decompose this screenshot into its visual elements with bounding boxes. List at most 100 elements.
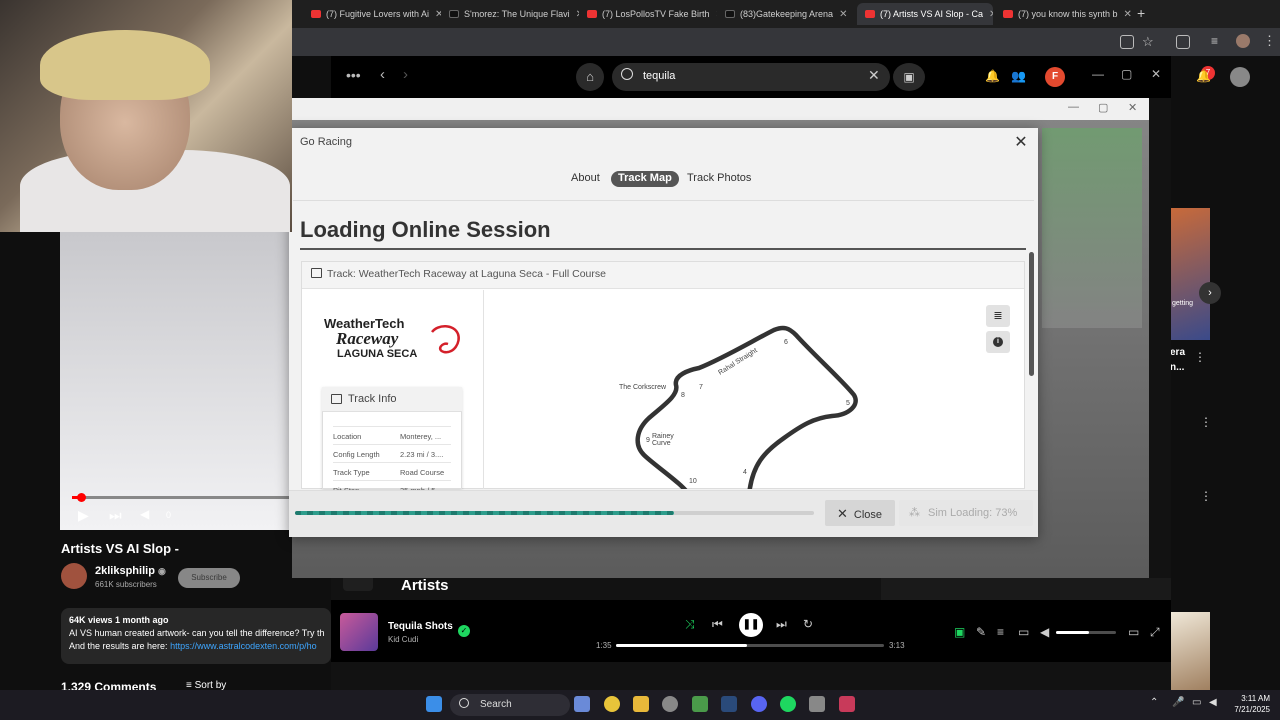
fullscreen-icon[interactable]: ⤢ (1150, 625, 1160, 640)
map-info-button[interactable]: i (986, 331, 1010, 353)
browser-menu-icon[interactable]: ⋮ (1263, 33, 1276, 49)
more-options-icon[interactable]: ⋮ (1200, 489, 1212, 503)
track-map[interactable]: Rahal Straight The Corkscrew Rainey Curv… (484, 290, 1024, 489)
network-icon[interactable]: ▭ (1192, 697, 1201, 708)
extensions-icon[interactable] (1176, 35, 1190, 49)
subscribe-button[interactable]: Subscribe (178, 568, 240, 588)
track-artist[interactable]: Kid Cudi (388, 635, 418, 644)
now-playing-view-icon[interactable]: ▣ (954, 625, 965, 639)
video-progress-bar[interactable] (72, 496, 292, 499)
close-tab-icon[interactable]: ✕ (570, 9, 579, 20)
bell-icon[interactable]: 🔔 (1196, 69, 1211, 83)
browser-tab-active[interactable]: (7) Artists VS AI Slop - Ca✕ (857, 3, 993, 25)
more-options-icon[interactable]: ⋮ (1194, 350, 1206, 364)
taskbar-clock[interactable]: 3:11 AM 7/21/2025 (1228, 693, 1270, 715)
recommended-thumbnail[interactable] (1170, 612, 1210, 690)
tab-track-map[interactable]: Track Map (611, 171, 679, 187)
search-input[interactable]: tequila (612, 63, 890, 91)
liked-check-icon[interactable]: ✓ (458, 625, 470, 637)
maximize-icon[interactable]: ▢ (1121, 67, 1132, 81)
microphone-icon[interactable]: 🎤 (1172, 697, 1184, 708)
browse-button[interactable]: ▣ (893, 63, 925, 91)
close-tab-icon[interactable]: ✕ (429, 9, 441, 20)
connect-device-icon[interactable]: ▭ (1018, 625, 1029, 639)
next-icon[interactable]: ⏭ (109, 507, 122, 524)
profile-avatar[interactable] (1236, 34, 1250, 48)
channel-avatar[interactable] (61, 563, 87, 589)
dialog-close-button[interactable]: ✕ (1012, 134, 1030, 152)
description-link[interactable]: https://www.astralcodexten.com/p/ho (170, 641, 317, 651)
discord-icon[interactable] (751, 696, 767, 712)
browser-tab[interactable]: (83)Gatekeeping Arena ✕ (717, 3, 855, 25)
play-icon[interactable]: ▶ (78, 507, 89, 524)
turn-number: 8 (681, 392, 685, 399)
playback-progress-bar[interactable] (616, 644, 884, 647)
next-icon[interactable]: ⏭ (776, 617, 787, 632)
shuffle-icon[interactable]: ⤨ (685, 617, 695, 632)
volume-icon[interactable]: ◀ (140, 507, 149, 521)
app-icon[interactable] (692, 696, 708, 712)
queue-icon[interactable]: ≡ (997, 625, 1004, 639)
close-tab-icon[interactable]: ✕ (833, 9, 847, 20)
bookmark-star-icon[interactable]: ☆ (1142, 34, 1154, 50)
repeat-icon[interactable]: ↻ (803, 617, 813, 631)
miniplayer-icon[interactable]: ▭ (1128, 625, 1139, 639)
cast-icon[interactable] (1120, 35, 1134, 49)
close-window-icon[interactable]: ✕ (1128, 101, 1137, 114)
menu-dots-icon[interactable]: ••• (346, 67, 361, 83)
youtube-video-player[interactable] (60, 232, 292, 530)
tray-chevron-icon[interactable]: ⌃ (1150, 697, 1158, 708)
more-options-icon[interactable]: ⋮ (1200, 415, 1212, 429)
lyrics-icon[interactable]: ✎ (976, 625, 986, 639)
friends-activity-icon[interactable]: 👥 (1011, 69, 1026, 83)
carousel-next-button[interactable]: › (1199, 282, 1221, 304)
close-window-icon[interactable]: ✕ (1151, 67, 1161, 81)
close-tab-icon[interactable]: ✕ (1118, 9, 1131, 20)
scrollbar[interactable] (1029, 252, 1034, 376)
video-scrubber-handle[interactable] (77, 493, 86, 502)
media-icon[interactable]: ≡ (1211, 34, 1218, 48)
close-tab-icon[interactable]: ✕ (710, 9, 717, 20)
file-explorer-icon[interactable] (633, 696, 649, 712)
youtube-avatar[interactable] (1230, 67, 1250, 87)
app-icon[interactable] (662, 696, 678, 712)
home-button[interactable]: ⌂ (576, 63, 604, 91)
minimize-icon[interactable]: — (1068, 101, 1079, 113)
app-icon[interactable] (839, 696, 855, 712)
maximize-icon[interactable]: ▢ (1098, 101, 1108, 114)
widgets-icon[interactable] (574, 696, 590, 712)
new-tab-button[interactable]: + (1137, 5, 1145, 21)
volume-icon[interactable]: ◀ (1209, 697, 1217, 708)
map-legend-button[interactable]: ≣ (986, 305, 1010, 327)
track-info-title: Track Info (348, 393, 397, 405)
browser-tab[interactable]: (7) LosPollosTV Fake Birth✕ (579, 3, 717, 25)
back-arrow-icon[interactable]: ‹ (380, 66, 385, 83)
previous-icon[interactable]: ⏮ (712, 617, 723, 632)
browser-tab[interactable]: (7) Fugitive Lovers with Ai ✕ (303, 3, 441, 25)
chrome-icon[interactable] (604, 696, 620, 712)
album-art[interactable] (340, 613, 378, 651)
elapsed-time: 1:35 (596, 641, 612, 650)
close-tab-icon[interactable]: ✕ (983, 9, 993, 20)
track-title[interactable]: Tequila Shots (388, 621, 453, 632)
close-button[interactable]: ✕ Close (825, 500, 895, 526)
browser-tab[interactable]: (7) you know this synth b ✕ (995, 3, 1131, 25)
forward-arrow-icon[interactable]: › (403, 66, 408, 83)
tab-about[interactable]: About (564, 171, 607, 187)
tab-track-photos[interactable]: Track Photos (680, 171, 758, 187)
recommended-thumbnail[interactable] (1170, 208, 1210, 340)
volume-icon[interactable]: ◀ (1040, 625, 1049, 639)
steam-icon[interactable] (721, 696, 737, 712)
volume-slider[interactable] (1056, 631, 1116, 634)
clear-search-icon[interactable]: ✕ (868, 67, 880, 84)
minimize-icon[interactable]: — (1092, 67, 1104, 81)
browser-tab[interactable]: S'morez: The Unique Flavi✕ (441, 3, 579, 25)
bell-icon[interactable]: 🔔 (985, 69, 1000, 83)
settings-icon[interactable] (809, 696, 825, 712)
user-avatar[interactable]: F (1045, 67, 1065, 87)
pause-button[interactable]: ❚❚ (739, 613, 763, 637)
start-icon[interactable] (426, 696, 442, 712)
spotify-icon[interactable] (780, 696, 796, 712)
channel-name[interactable]: 2kliksphilip ◉ (95, 565, 166, 577)
video-description[interactable]: 64K views 1 month ago AI VS human create… (61, 608, 331, 664)
